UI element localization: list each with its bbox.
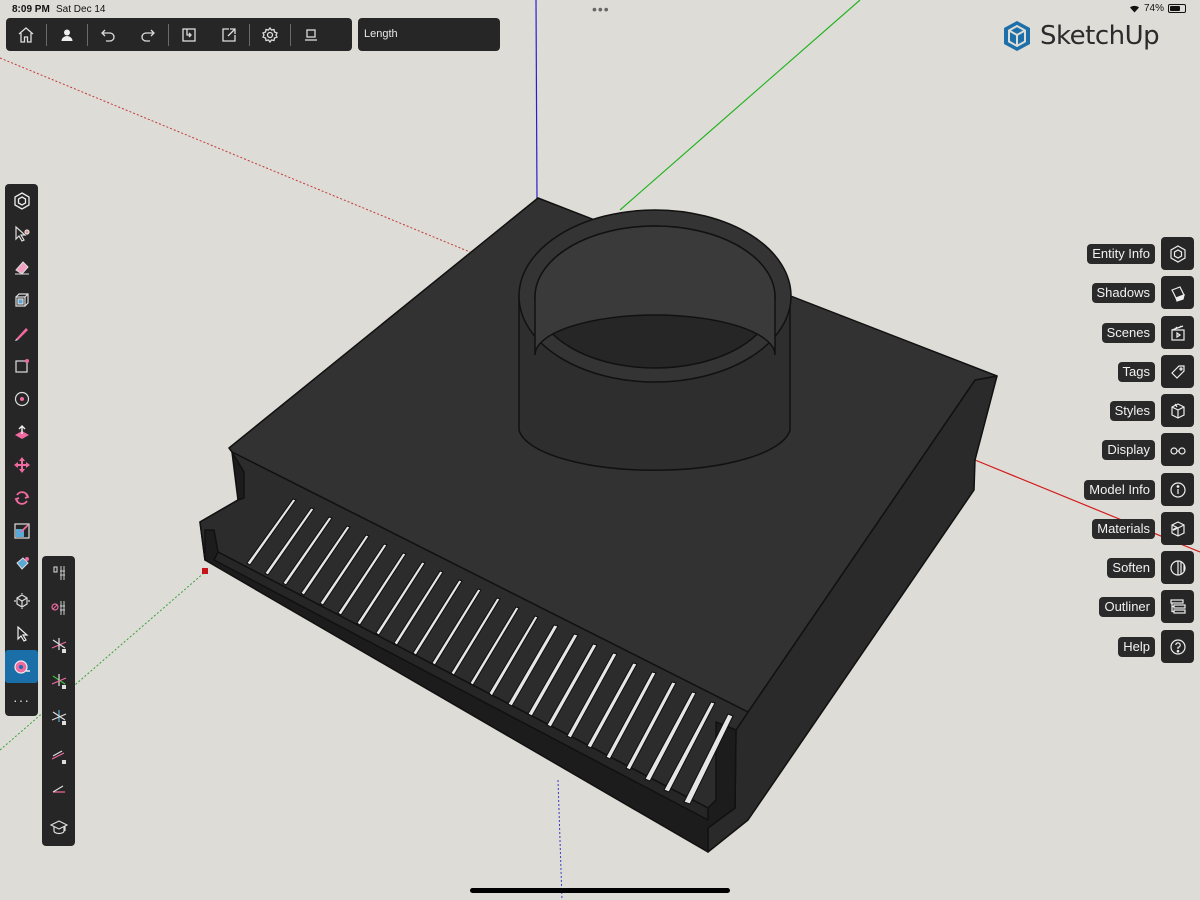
cylinder-duct[interactable] <box>518 209 792 471</box>
wifi-icon <box>1129 5 1139 13</box>
import-icon[interactable] <box>169 18 209 51</box>
panel-label[interactable]: Shadows <box>1091 282 1155 303</box>
circle-icon[interactable] <box>5 382 38 415</box>
blue-axis-dotted <box>557 779 563 900</box>
home-indicator[interactable] <box>470 888 730 893</box>
sketchup-logo-icon <box>1004 21 1030 51</box>
tape-measure-options-toolbar <box>42 556 75 846</box>
home-icon[interactable] <box>6 18 46 51</box>
materials-icon[interactable] <box>1161 512 1194 545</box>
measurements-label: Length <box>364 28 398 40</box>
red-axis-dotted <box>0 57 471 253</box>
hat-icon[interactable] <box>42 810 75 843</box>
profile-icon[interactable] <box>47 18 87 51</box>
styles-icon[interactable] <box>1161 394 1194 427</box>
measurements-box[interactable]: Length <box>358 18 500 51</box>
undo-icon[interactable] <box>88 18 128 51</box>
tape-measure-icon[interactable] <box>5 650 38 683</box>
soften-icon[interactable] <box>1161 551 1194 584</box>
box-icon[interactable] <box>5 283 38 316</box>
origin-marker <box>202 568 208 574</box>
select-paint-icon[interactable] <box>5 217 38 250</box>
scale-icon[interactable] <box>5 514 38 547</box>
status-right: 74% <box>1129 3 1186 14</box>
panel-soften[interactable]: Soften <box>1107 551 1194 584</box>
inference-lock-icon[interactable] <box>42 739 75 772</box>
status-date: Sat Dec 14 <box>56 4 106 15</box>
panel-label[interactable]: Soften <box>1107 557 1155 578</box>
panel-label[interactable]: Scenes <box>1101 322 1155 343</box>
panel-materials[interactable]: Materials <box>1092 512 1194 545</box>
model-info-icon[interactable] <box>1161 473 1194 506</box>
panel-entity-info[interactable]: Entity Info <box>1087 237 1194 270</box>
more-tools-button[interactable]: ··· <box>5 683 38 716</box>
rotate-icon[interactable] <box>5 481 38 514</box>
model-viewport[interactable] <box>0 0 1200 900</box>
help-icon[interactable] <box>1161 630 1194 663</box>
orbit-icon[interactable] <box>5 584 38 617</box>
panel-label[interactable]: Outliner <box>1099 596 1155 617</box>
battery-icon <box>1168 4 1186 13</box>
eraser-icon[interactable] <box>5 250 38 283</box>
tags-icon[interactable] <box>1161 355 1194 388</box>
display-icon[interactable] <box>1161 433 1194 466</box>
push-pull-icon[interactable] <box>5 415 38 448</box>
panel-tags[interactable]: Tags <box>1117 355 1194 388</box>
panel-help[interactable]: Help <box>1118 630 1194 663</box>
export-icon[interactable] <box>209 18 249 51</box>
multitask-handle[interactable]: ••• <box>592 1 610 17</box>
axis-lock-green-icon[interactable] <box>42 664 75 697</box>
panel-scenes[interactable]: Scenes <box>1101 316 1194 349</box>
brand-name: SketchUp <box>1040 21 1160 51</box>
more-tools-label: ··· <box>13 691 30 708</box>
battery-percent: 74% <box>1143 3 1164 14</box>
delete-guides-icon[interactable] <box>42 591 75 624</box>
panel-label[interactable]: Tags <box>1117 361 1155 382</box>
status-bar: 8:09 PM Sat Dec 14 ••• 74% <box>0 0 1200 18</box>
panel-display[interactable]: Display <box>1102 433 1194 466</box>
panel-label[interactable]: Model Info <box>1084 479 1155 500</box>
sketchup-logo: SketchUp <box>1002 20 1160 52</box>
select-arrow-icon[interactable] <box>5 617 38 650</box>
outliner-icon[interactable] <box>1161 590 1194 623</box>
paint-bucket-icon[interactable] <box>5 547 38 580</box>
redo-icon[interactable] <box>128 18 168 51</box>
display-mode-icon[interactable] <box>291 18 331 51</box>
panel-model-info[interactable]: Model Info <box>1084 473 1194 506</box>
green-axis <box>619 0 861 211</box>
panel-styles[interactable]: Styles <box>1109 394 1194 427</box>
guide-point-icon[interactable] <box>42 556 75 589</box>
panel-label[interactable]: Help <box>1118 636 1155 657</box>
blue-axis <box>535 0 538 201</box>
top-toolbar <box>6 18 352 51</box>
shadows-icon[interactable] <box>1161 276 1194 309</box>
pencil-icon[interactable] <box>5 316 38 349</box>
left-toolbar: ··· <box>5 184 38 716</box>
panel-label[interactable]: Entity Info <box>1087 243 1155 264</box>
panel-label[interactable]: Materials <box>1092 518 1155 539</box>
components-icon[interactable] <box>5 184 38 217</box>
panel-label[interactable]: Styles <box>1109 400 1155 421</box>
panel-outliner[interactable]: Outliner <box>1099 590 1194 623</box>
status-time: 8:09 PM <box>12 4 50 15</box>
panel-label[interactable]: Display <box>1102 439 1155 460</box>
rectangle-icon[interactable] <box>5 349 38 382</box>
axis-lock-blue-icon[interactable] <box>42 700 75 733</box>
panel-shadows[interactable]: Shadows <box>1091 276 1194 309</box>
axis-lock-red-icon[interactable] <box>42 628 75 661</box>
protractor-icon[interactable] <box>42 773 75 806</box>
move-icon[interactable] <box>5 448 38 481</box>
scenes-icon[interactable] <box>1161 316 1194 349</box>
settings-icon[interactable] <box>250 18 290 51</box>
entity-info-icon[interactable] <box>1161 237 1194 270</box>
